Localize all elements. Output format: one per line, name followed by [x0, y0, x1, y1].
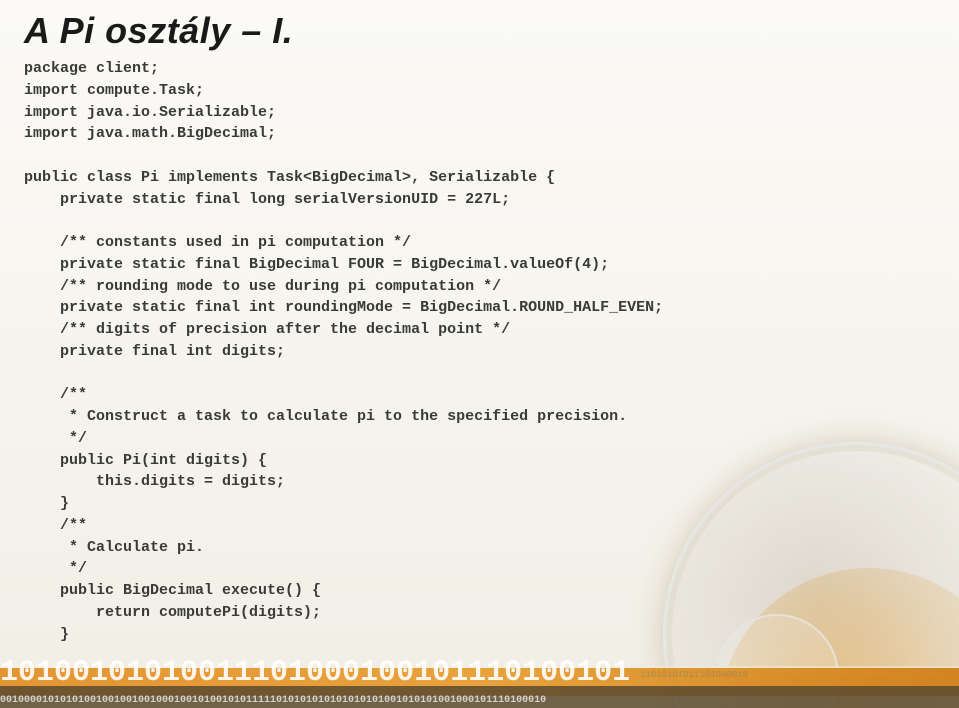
code-block: package client; import compute.Task; imp…	[24, 58, 935, 645]
slide-title: A Pi osztály – I.	[24, 10, 935, 52]
ribbon-orange	[0, 668, 959, 696]
slide-page: A Pi osztály – I. package client; import…	[0, 0, 959, 708]
ribbon-cream	[0, 666, 959, 678]
ribbon-dark	[0, 686, 959, 708]
binary-digits-tiny: 11010101011101000010	[640, 670, 959, 680]
binary-digits-large: 10100101010011101000100101110100101	[0, 656, 630, 696]
binary-digits-small: 0010000101010100100100100100010010100101…	[0, 695, 959, 706]
decorative-footer: 10100101010011101000100101110100101 0010…	[0, 638, 959, 708]
